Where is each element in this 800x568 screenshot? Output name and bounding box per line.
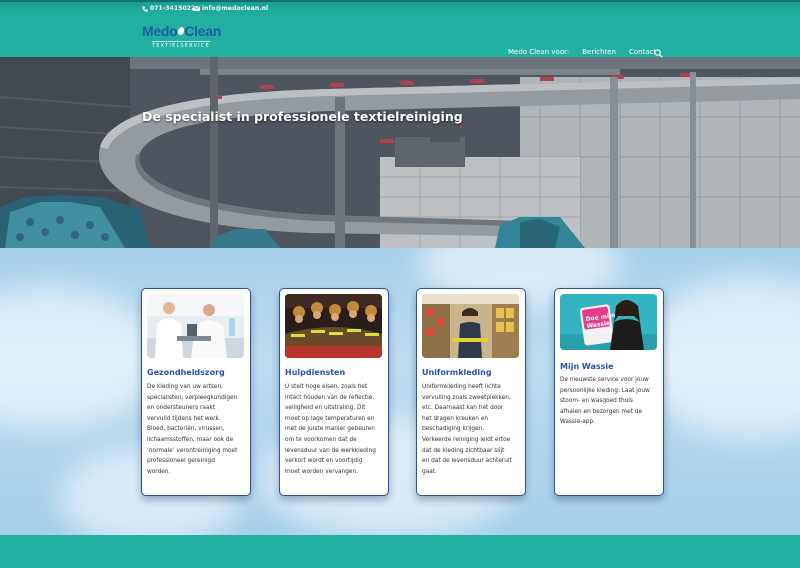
footer-bar bbox=[0, 535, 800, 568]
nav-berichten[interactable]: Berichten bbox=[582, 48, 616, 56]
card-mijn-wassie[interactable]: Doe mijn Wassie Mijn Wassie De nieuwste … bbox=[554, 288, 664, 496]
logo-subtitle: TEXTIELSERVICE bbox=[152, 41, 210, 49]
card-image bbox=[422, 294, 519, 358]
card-hulpdiensten[interactable]: Hulpdiensten U stelt hoge eisen, zoals h… bbox=[279, 288, 389, 496]
hero-image bbox=[0, 57, 800, 248]
phone-link[interactable]: 071-3415022 bbox=[142, 5, 195, 12]
main-nav: Medo Clean voor: Berichten Contact bbox=[495, 48, 656, 56]
hero-title: De specialist in professionele textielre… bbox=[142, 109, 463, 124]
card-title: Mijn Wassie bbox=[560, 362, 614, 371]
logo-wordmark: Medo Clean bbox=[142, 23, 221, 39]
store-photo bbox=[422, 294, 519, 358]
card-description: U stelt hoge eisen, zoals het intact houd… bbox=[285, 384, 376, 475]
phone-number: 071-3415022 bbox=[150, 5, 196, 12]
nav-contact[interactable]: Contact bbox=[629, 48, 656, 56]
main-header: Medo Clean TEXTIELSERVICE Medo Clean voor… bbox=[0, 17, 800, 58]
site-logo[interactable]: Medo Clean TEXTIELSERVICE bbox=[142, 23, 222, 51]
card-description: De nieuwste service voor jouw persoonlijk… bbox=[560, 377, 650, 426]
card-description: De kleding van uw artsen, specialisten, v… bbox=[147, 384, 238, 475]
email-link[interactable]: info@medoclean.nl bbox=[193, 5, 268, 12]
card-description: Uniformkleding heeft lichte vervuiling zo… bbox=[422, 384, 512, 475]
mail-icon bbox=[193, 6, 200, 11]
card-title: Hulpdiensten bbox=[285, 368, 346, 377]
services-section: Gezondheidszorg De kleding van uw artsen… bbox=[0, 248, 800, 535]
card-image: Doe mijn Wassie bbox=[560, 294, 657, 350]
firefighters-photo bbox=[285, 294, 382, 358]
card-title: Gezondheidszorg bbox=[147, 368, 225, 377]
card-uniformkleding[interactable]: Uniformkleding Uniformkleding heeft lich… bbox=[416, 288, 526, 496]
card-title: Uniformkleding bbox=[422, 368, 492, 377]
phone-icon bbox=[142, 5, 148, 12]
cloud-decoration bbox=[0, 288, 160, 428]
cloud-decoration bbox=[640, 278, 800, 438]
lab-photo bbox=[147, 294, 244, 358]
nav-medo-clean-voor[interactable]: Medo Clean voor: bbox=[508, 48, 569, 56]
email-address: info@medoclean.nl bbox=[202, 5, 269, 12]
card-gezondheidszorg[interactable]: Gezondheidszorg De kleding van uw artsen… bbox=[141, 288, 251, 496]
card-image bbox=[147, 294, 244, 358]
card-image bbox=[285, 294, 382, 358]
top-bar: 071-3415022 info@medoclean.nl bbox=[0, 0, 800, 17]
hero-banner: De specialist in professionele textielre… bbox=[0, 57, 800, 248]
